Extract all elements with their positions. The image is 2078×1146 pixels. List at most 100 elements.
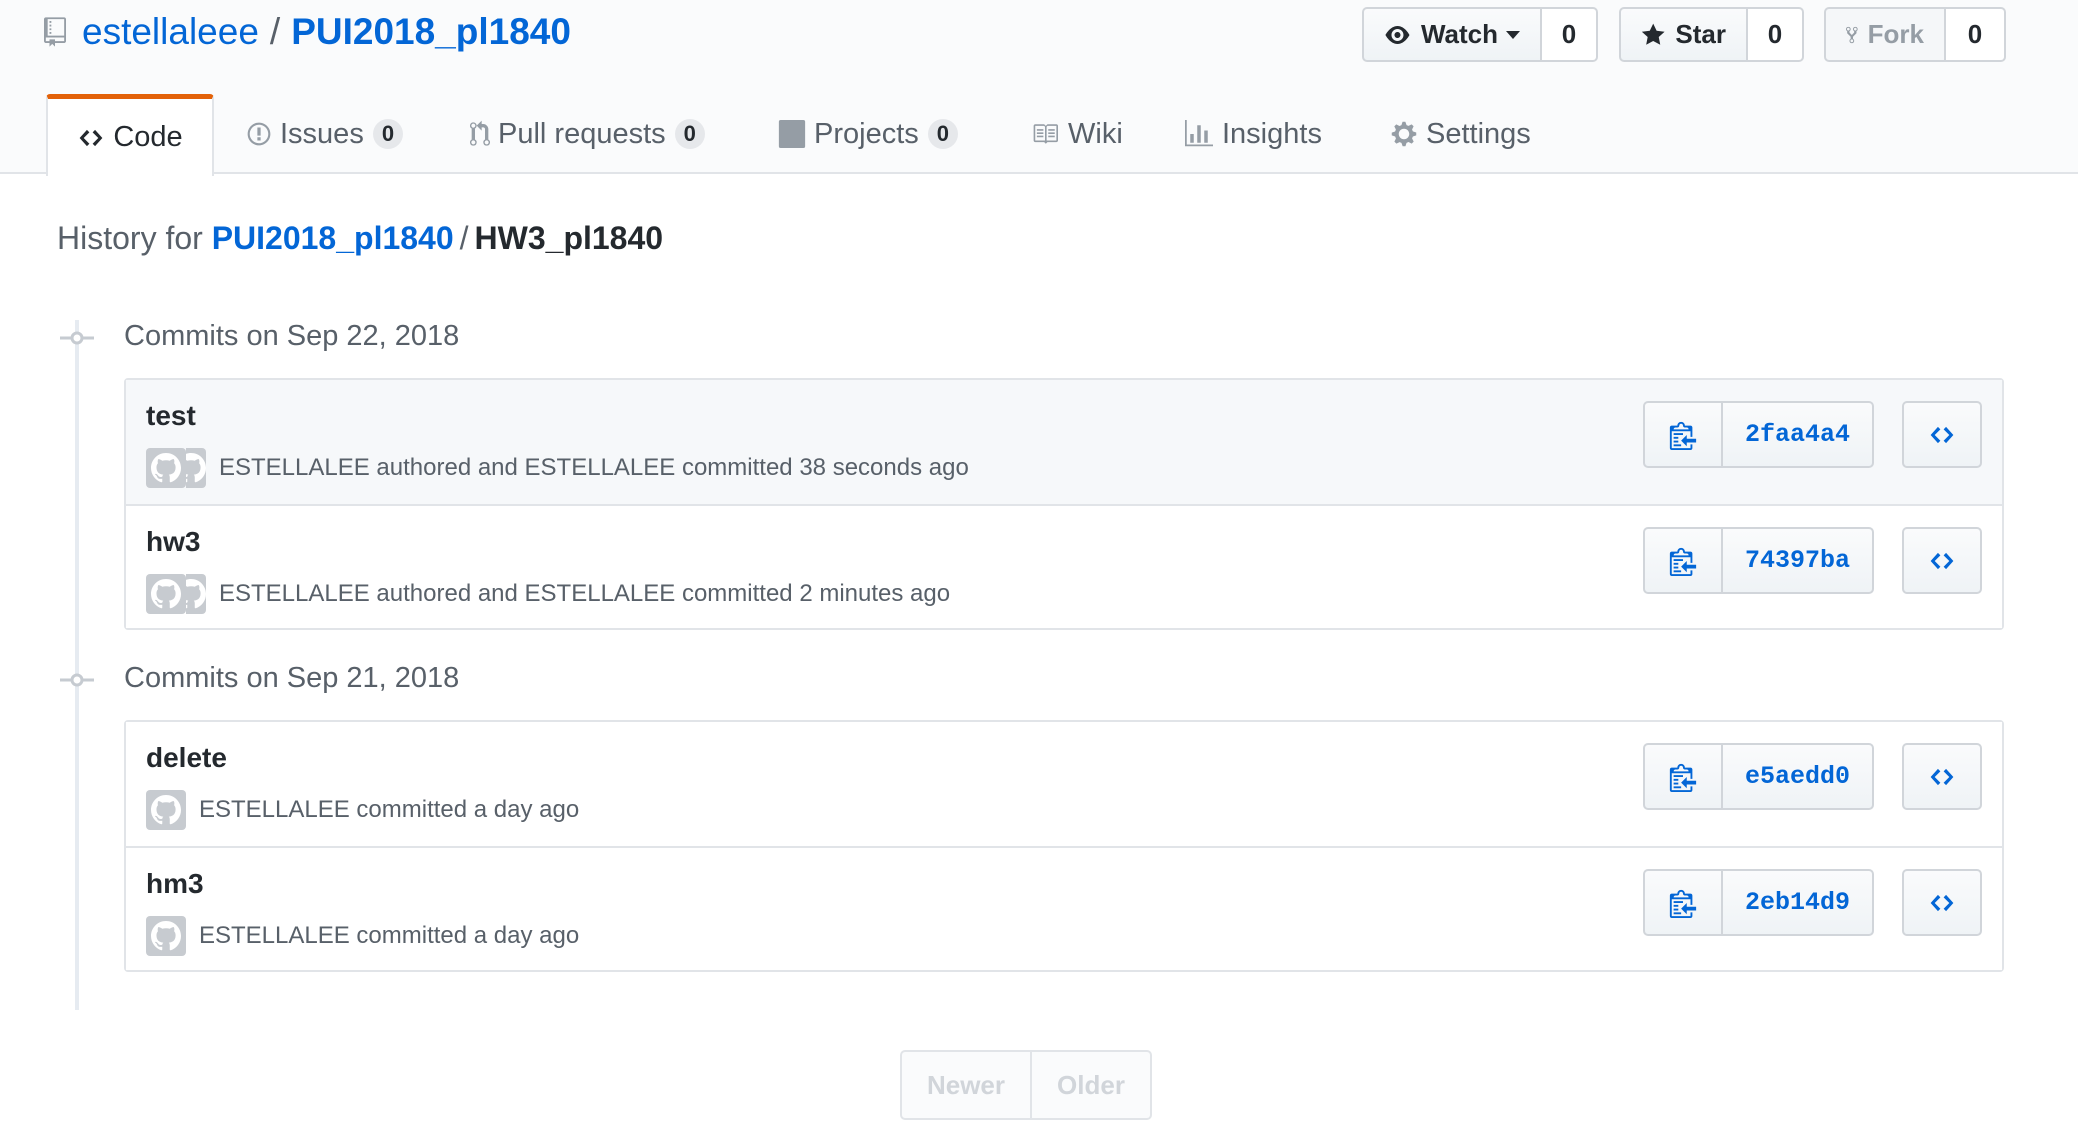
- commit-list: delete ESTELLALEE committed a day ago e5…: [124, 720, 2004, 972]
- avatar-stack: [146, 916, 186, 956]
- commit-group-title: Commits on Sep 22, 2018: [124, 320, 460, 352]
- commit-message[interactable]: hw3: [146, 526, 200, 558]
- commit-meta-text: ESTELLALEE committed a day ago: [199, 796, 580, 823]
- browse-repo-button[interactable]: [1902, 527, 1982, 594]
- commit-node-icon: [60, 331, 94, 345]
- commit-meta: ESTELLALEE committed a day ago: [146, 790, 579, 830]
- history-repo-link[interactable]: PUI2018_pl1840: [212, 220, 454, 256]
- fork-button[interactable]: Fork: [1824, 7, 1946, 62]
- page-title: History for PUI2018_pl1840/HW3_pl1840: [57, 220, 663, 257]
- code-icon: [1930, 426, 1954, 443]
- commit-group-title: Commits on Sep 21, 2018: [124, 662, 460, 694]
- commit-node-icon: [60, 673, 94, 687]
- commit-meta-text: ESTELLALEE committed a day ago: [199, 922, 580, 949]
- copy-sha-button[interactable]: [1645, 529, 1723, 592]
- watch-button[interactable]: Watch: [1362, 7, 1542, 62]
- tab-wiki-label: Wiki: [1068, 117, 1123, 150]
- commit-list: test ESTELLALEE authored and ESTELLALEE …: [124, 378, 2004, 630]
- commit-meta: ESTELLALEE committed a day ago: [146, 916, 579, 956]
- tab-pull-requests-label: Pull requests: [498, 117, 666, 150]
- star-icon: [1641, 23, 1665, 45]
- issue-icon: [247, 122, 271, 146]
- browse-repo-button[interactable]: [1902, 869, 1982, 936]
- list-item: test ESTELLALEE authored and ESTELLALEE …: [126, 380, 2002, 504]
- star-button[interactable]: Star: [1619, 7, 1748, 62]
- history-path: HW3_pl1840: [474, 220, 664, 256]
- pagination: Newer Older: [900, 1050, 1152, 1120]
- browse-repo-button[interactable]: [1902, 743, 1982, 810]
- star-count[interactable]: 0: [1748, 7, 1804, 62]
- repo-owner-link[interactable]: estellaleee: [82, 8, 259, 56]
- clippy-icon: [1669, 889, 1697, 918]
- octocat-icon: [186, 453, 206, 483]
- code-icon: [1930, 552, 1954, 569]
- clippy-icon: [1669, 547, 1697, 576]
- tab-issues[interactable]: Issues 0: [246, 94, 404, 174]
- clippy-icon: [1669, 421, 1697, 450]
- tab-code[interactable]: Code: [46, 94, 214, 176]
- sha-button-group: 74397ba: [1643, 527, 1874, 594]
- tab-projects[interactable]: Projects 0: [778, 94, 959, 174]
- graph-icon: [1185, 120, 1213, 147]
- commit-sha-link[interactable]: e5aedd0: [1723, 745, 1872, 808]
- fork-label: Fork: [1867, 19, 1924, 49]
- avatar-stack: [146, 574, 206, 614]
- pull-requests-counter: 0: [674, 119, 705, 149]
- octocat-icon: [151, 921, 181, 951]
- gear-icon: [1391, 121, 1417, 147]
- history-prefix: History for: [57, 220, 203, 256]
- tab-insights[interactable]: Insights: [1184, 94, 1322, 174]
- avatar[interactable]: [146, 448, 186, 488]
- code-icon: [1930, 768, 1954, 785]
- copy-sha-button[interactable]: [1645, 745, 1723, 808]
- issues-counter: 0: [372, 119, 404, 149]
- tab-projects-label: Projects: [814, 117, 919, 150]
- watch-group: Watch 0: [1362, 7, 1598, 62]
- commit-sha-link[interactable]: 74397ba: [1723, 529, 1872, 592]
- repo-name-link[interactable]: PUI2018_pl1840: [291, 8, 571, 56]
- octocat-icon: [151, 795, 181, 825]
- avatar[interactable]: [146, 916, 186, 956]
- tab-pull-requests[interactable]: Pull requests 0: [470, 94, 705, 174]
- tab-code-label: Code: [113, 121, 183, 153]
- commit-meta-text: ESTELLALEE authored and ESTELLALEE commi…: [219, 580, 951, 607]
- eye-icon: [1385, 25, 1410, 44]
- browse-repo-button[interactable]: [1902, 401, 1982, 468]
- octocat-icon: [151, 453, 181, 483]
- avatar[interactable]: [186, 574, 206, 614]
- commit-sha-link[interactable]: 2eb14d9: [1723, 871, 1872, 934]
- avatar[interactable]: [186, 448, 206, 488]
- list-item: delete ESTELLALEE committed a day ago e5…: [126, 722, 2002, 846]
- fork-icon: [1846, 26, 1858, 43]
- history-separator: /: [459, 220, 469, 256]
- tab-issues-label: Issues: [280, 117, 364, 150]
- avatar-stack: [146, 790, 186, 830]
- sha-button-group: e5aedd0: [1643, 743, 1874, 810]
- tab-wiki[interactable]: Wiki: [1030, 94, 1123, 174]
- commit-meta: ESTELLALEE authored and ESTELLALEE commi…: [146, 448, 969, 488]
- commit-message[interactable]: delete: [146, 742, 227, 774]
- older-button[interactable]: Older: [1032, 1050, 1152, 1120]
- copy-sha-button[interactable]: [1645, 871, 1723, 934]
- code-icon: [79, 129, 103, 146]
- watch-count[interactable]: 0: [1542, 7, 1598, 62]
- copy-sha-button[interactable]: [1645, 403, 1723, 466]
- commit-message[interactable]: test: [146, 400, 196, 432]
- avatar[interactable]: [146, 574, 186, 614]
- clippy-icon: [1669, 763, 1697, 792]
- repo-title: estellaleee / PUI2018_pl1840: [44, 8, 571, 56]
- fork-group: Fork 0: [1824, 7, 2006, 62]
- repo-header: estellaleee / PUI2018_pl1840 Watch 0 Sta…: [0, 0, 2078, 176]
- sha-button-group: 2eb14d9: [1643, 869, 1874, 936]
- list-item: hm3 ESTELLALEE committed a day ago 2eb14…: [126, 846, 2002, 970]
- avatar[interactable]: [146, 790, 186, 830]
- repo-icon: [44, 17, 66, 47]
- fork-count[interactable]: 0: [1946, 7, 2006, 62]
- timeline-line: [75, 320, 79, 1010]
- list-item: hw3 ESTELLALEE authored and ESTELLALEE c…: [126, 504, 2002, 628]
- commit-sha-link[interactable]: 2faa4a4: [1723, 403, 1872, 466]
- repo-title-separator: /: [269, 11, 281, 52]
- newer-button[interactable]: Newer: [900, 1050, 1032, 1120]
- commit-message[interactable]: hm3: [146, 868, 204, 900]
- tab-settings[interactable]: Settings: [1390, 94, 1531, 174]
